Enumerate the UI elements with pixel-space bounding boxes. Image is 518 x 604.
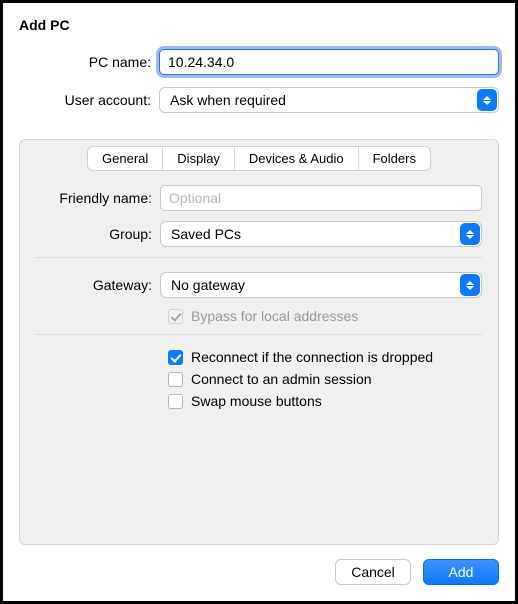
reconnect-checkbox[interactable] bbox=[168, 350, 183, 365]
pc-name-input[interactable] bbox=[159, 49, 499, 75]
bypass-checkbox bbox=[168, 309, 183, 324]
group-label: Group: bbox=[36, 226, 160, 242]
cancel-button[interactable]: Cancel bbox=[335, 559, 411, 585]
group-select[interactable]: Saved PCs bbox=[160, 221, 482, 247]
reconnect-row: Reconnect if the connection is dropped bbox=[36, 349, 482, 365]
tab-bar: General Display Devices & Audio Folders bbox=[20, 140, 498, 171]
chevron-updown-icon bbox=[460, 223, 480, 245]
user-account-select[interactable]: Ask when required bbox=[159, 87, 499, 113]
dialog-title: Add PC bbox=[19, 17, 499, 33]
admin-label: Connect to an admin session bbox=[191, 371, 372, 387]
user-account-label: User account: bbox=[19, 92, 159, 108]
group-row: Group: Saved PCs bbox=[36, 221, 482, 247]
dialog-footer: Cancel Add bbox=[19, 545, 499, 585]
chevron-updown-icon bbox=[477, 89, 497, 111]
group-value: Saved PCs bbox=[171, 226, 241, 242]
friendly-name-input[interactable] bbox=[160, 185, 482, 211]
bypass-row: Bypass for local addresses bbox=[36, 308, 482, 324]
gateway-select[interactable]: No gateway bbox=[160, 272, 482, 298]
admin-checkbox[interactable] bbox=[168, 372, 183, 387]
gateway-label: Gateway: bbox=[36, 277, 160, 293]
pc-name-label: PC name: bbox=[19, 54, 159, 70]
settings-panel: General Display Devices & Audio Folders … bbox=[19, 139, 499, 545]
add-button[interactable]: Add bbox=[423, 559, 499, 585]
reconnect-label: Reconnect if the connection is dropped bbox=[191, 349, 433, 365]
tab-devices-audio[interactable]: Devices & Audio bbox=[234, 147, 358, 170]
swap-label: Swap mouse buttons bbox=[191, 393, 322, 409]
friendly-name-row: Friendly name: bbox=[36, 185, 482, 211]
divider bbox=[36, 334, 482, 335]
general-panel: Friendly name: Group: Saved PCs Gateway: bbox=[20, 185, 498, 429]
friendly-name-label: Friendly name: bbox=[36, 190, 160, 206]
add-pc-dialog: Add PC PC name: User account: Ask when r… bbox=[3, 3, 515, 601]
user-account-value: Ask when required bbox=[170, 92, 286, 108]
swap-row: Swap mouse buttons bbox=[36, 393, 482, 409]
pc-name-row: PC name: bbox=[19, 49, 499, 75]
swap-checkbox[interactable] bbox=[168, 394, 183, 409]
admin-row: Connect to an admin session bbox=[36, 371, 482, 387]
bypass-label: Bypass for local addresses bbox=[191, 308, 358, 324]
tab-folders[interactable]: Folders bbox=[358, 147, 430, 170]
tab-display[interactable]: Display bbox=[162, 147, 234, 170]
gateway-value: No gateway bbox=[171, 277, 245, 293]
divider bbox=[36, 257, 482, 258]
tab-general[interactable]: General bbox=[88, 147, 162, 170]
chevron-updown-icon bbox=[460, 274, 480, 296]
user-account-row: User account: Ask when required bbox=[19, 87, 499, 113]
gateway-row: Gateway: No gateway bbox=[36, 272, 482, 298]
